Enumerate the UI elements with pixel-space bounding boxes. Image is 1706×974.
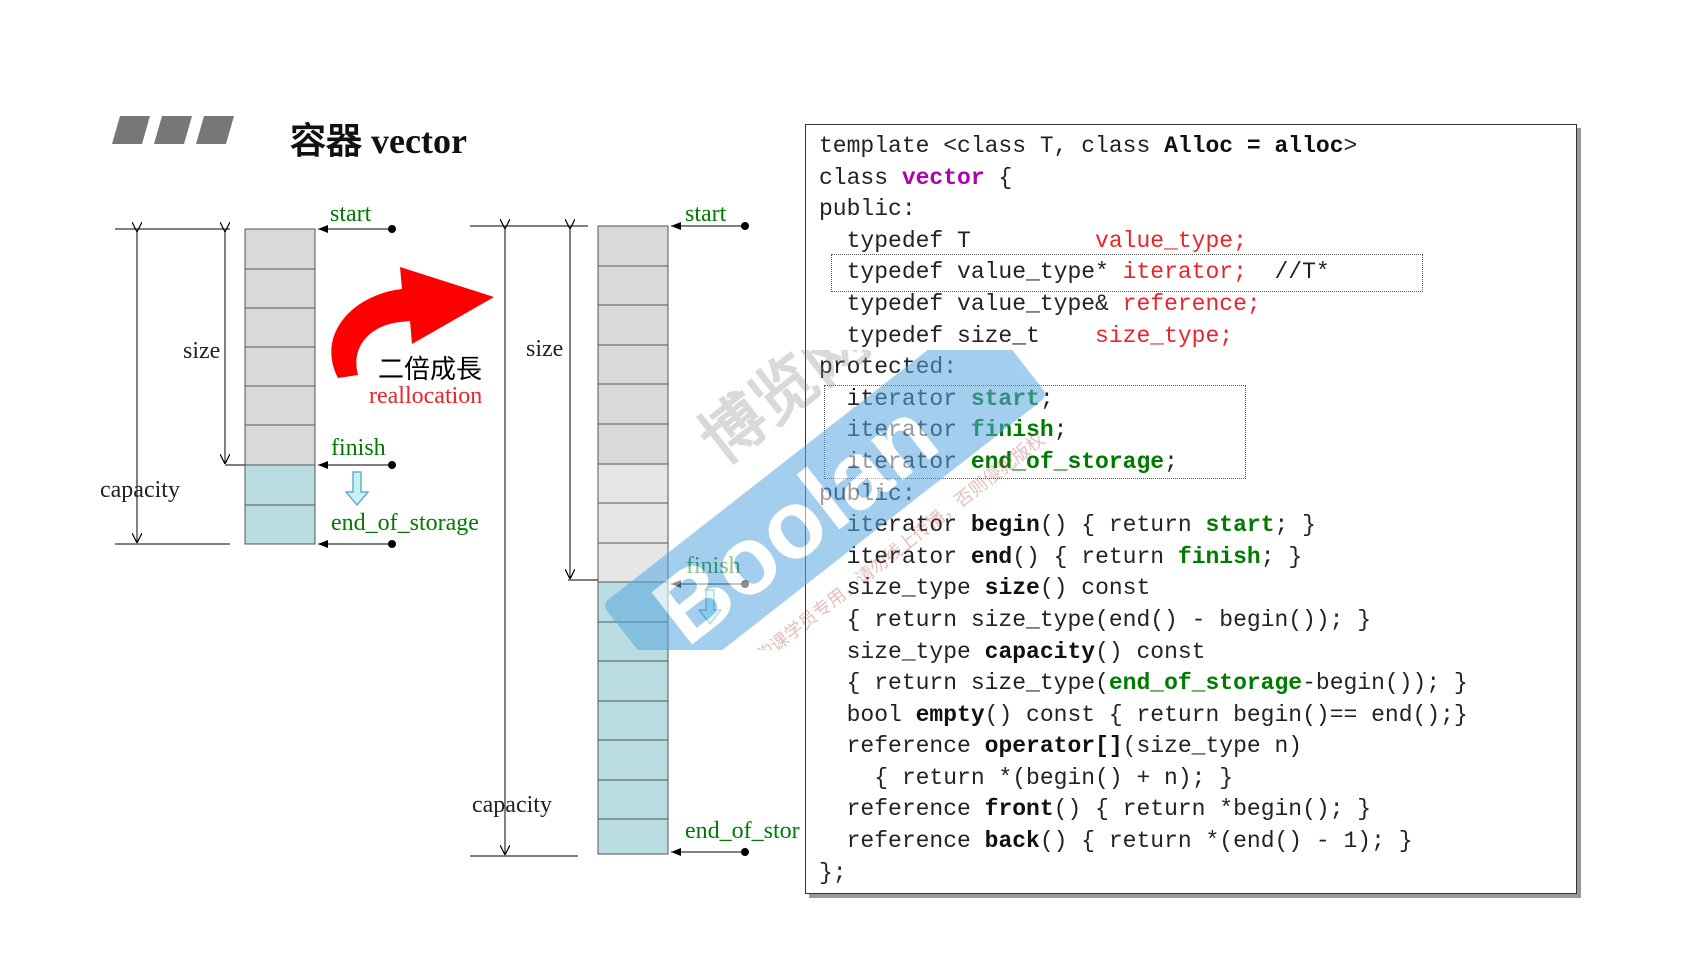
label-finish-left: finish [331, 435, 386, 461]
code-panel: template <class T, class Alloc = alloc> … [805, 124, 1577, 894]
label-start-left: start [330, 201, 372, 227]
label-reallocation: reallocation [369, 383, 482, 409]
label-finish-right: finish [686, 553, 741, 579]
vector-diagram: start size finish capacity end_of_storag… [100, 201, 800, 857]
label-double-growth: 二倍成長 [378, 355, 482, 384]
label-start-right: start [685, 201, 727, 227]
label-capacity-right: capacity [472, 792, 552, 818]
label-capacity-left: capacity [100, 477, 180, 503]
down-arrow-icon [344, 471, 370, 506]
label-size-left: size [183, 338, 220, 364]
code-listing: template <class T, class Alloc = alloc> … [819, 133, 1468, 886]
label-end-of-storage-right: end_of_storage [685, 818, 800, 844]
down-arrow-icon [697, 589, 723, 625]
right-vector-cells [597, 225, 669, 855]
left-vector-cells [244, 228, 316, 545]
label-end-of-storage-left: end_of_storage [331, 510, 479, 536]
label-size-right: size [526, 336, 563, 362]
